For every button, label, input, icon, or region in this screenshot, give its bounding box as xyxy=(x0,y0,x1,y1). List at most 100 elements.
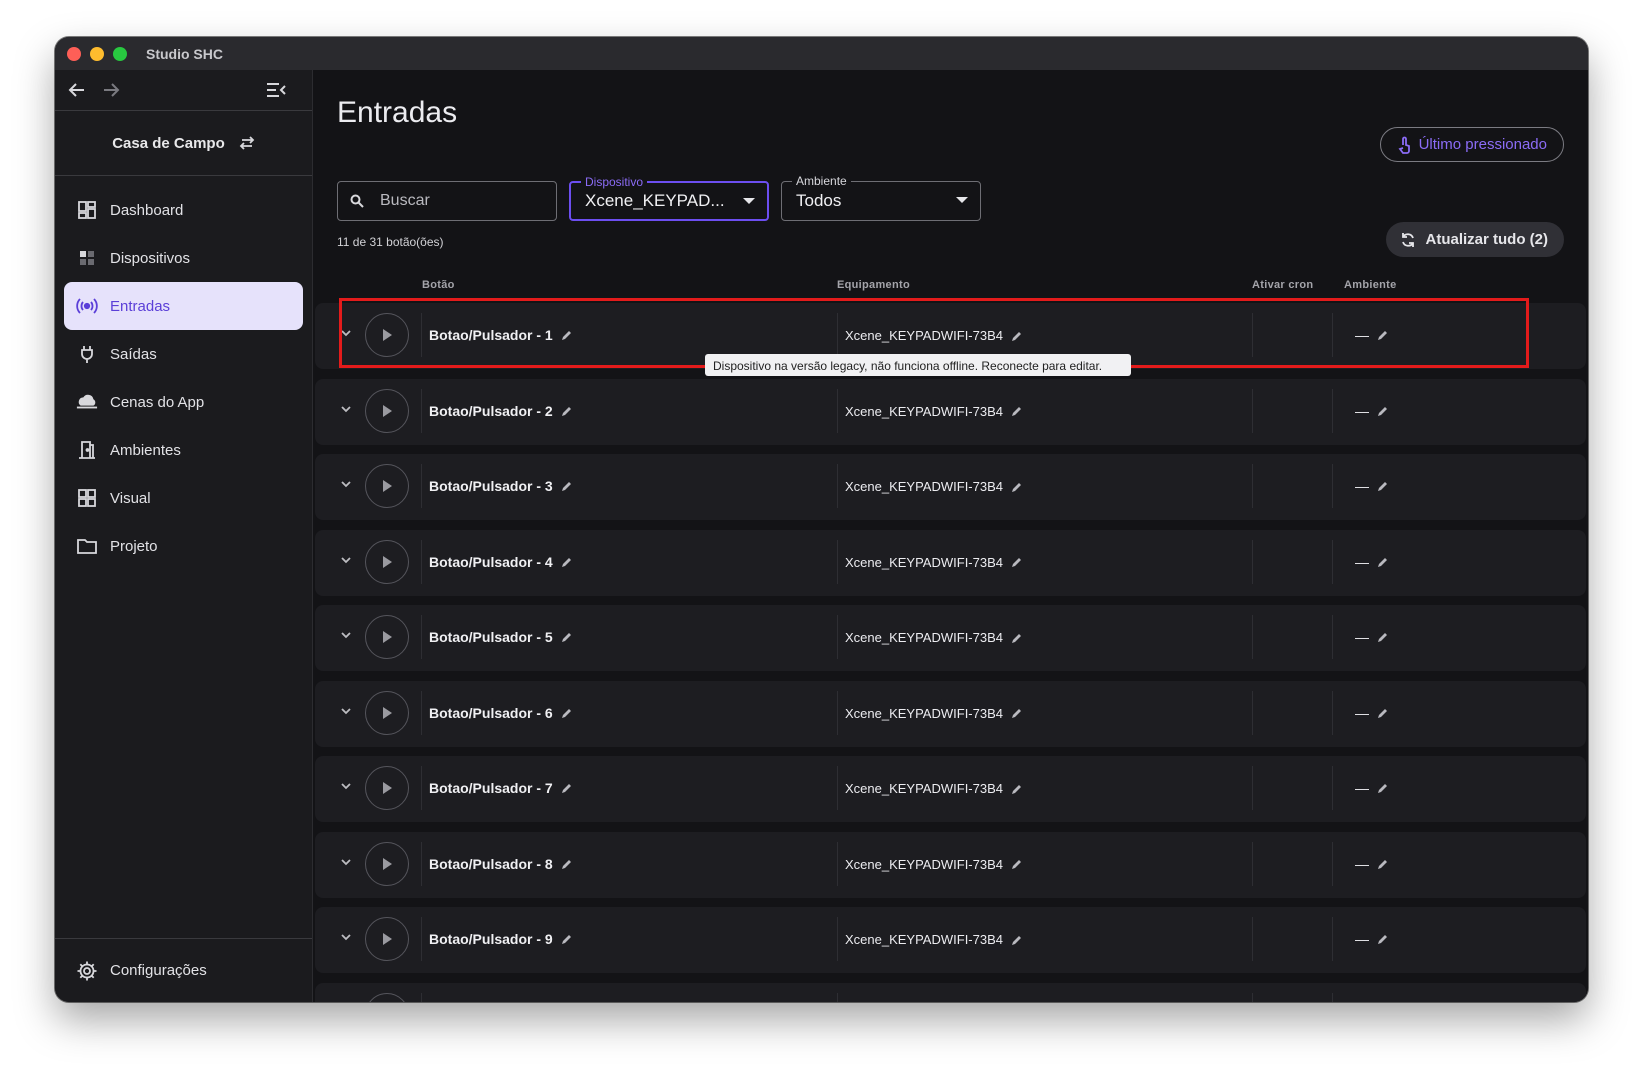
chevron-down-icon[interactable] xyxy=(339,477,353,491)
sidebar-item-saidas[interactable]: Saídas xyxy=(64,330,303,378)
equipment-name: Xcene_KEYPADWIFI-73B4 xyxy=(845,706,1023,721)
play-button[interactable] xyxy=(365,917,409,961)
divider xyxy=(837,992,838,1002)
sidebar-item-visual[interactable]: Visual xyxy=(64,474,303,522)
column-header-button[interactable]: Botão xyxy=(422,279,455,291)
chevron-down-icon[interactable] xyxy=(339,553,353,567)
table-row[interactable]: Botao/Pulsador - 6 Xcene_KEYPADWIFI-73B4 — xyxy=(315,680,1586,747)
table-row[interactable]: Botao/Pulsador - 7 Xcene_KEYPADWIFI-73B4 — xyxy=(315,756,1586,822)
column-header-cron[interactable]: Ativar cron xyxy=(1252,279,1313,291)
sidebar-item-configuracoes[interactable]: Configurações xyxy=(55,938,312,1002)
edit-pencil-icon[interactable] xyxy=(561,405,573,417)
room-select-label: Ambiente xyxy=(792,174,851,188)
sidebar-item-entradas[interactable]: Entradas xyxy=(64,282,303,330)
room-value: — xyxy=(1355,931,1389,947)
edit-pencil-icon[interactable] xyxy=(561,556,573,568)
edit-pencil-icon[interactable] xyxy=(1377,405,1389,417)
sidebar-item-projeto[interactable]: Projeto xyxy=(64,522,303,570)
play-button[interactable] xyxy=(365,690,409,735)
room-select[interactable]: Ambiente Todos xyxy=(781,174,981,221)
sidebar-item-label: Dispositivos xyxy=(110,249,191,267)
collapse-menu-icon[interactable] xyxy=(266,80,286,100)
column-header-equipment[interactable]: Equipamento xyxy=(837,279,910,291)
edit-pencil-icon[interactable] xyxy=(1377,707,1389,719)
play-button[interactable] xyxy=(365,539,409,584)
touch-icon xyxy=(1397,136,1411,154)
back-arrow-icon[interactable] xyxy=(67,80,87,100)
play-button[interactable] xyxy=(365,464,409,508)
edit-pencil-icon[interactable] xyxy=(561,631,573,643)
edit-pencil-icon[interactable] xyxy=(1011,405,1023,417)
close-window-button[interactable] xyxy=(67,46,81,61)
search-input[interactable]: Buscar xyxy=(337,181,557,221)
refresh-all-button[interactable]: Atualizar tudo (2) xyxy=(1385,222,1564,257)
sidebar-item-label: Saídas xyxy=(110,345,157,363)
divider xyxy=(1252,917,1253,961)
button-name: Botao/Pulsador - 7 xyxy=(429,780,573,796)
minimize-window-button[interactable] xyxy=(90,46,104,61)
play-button[interactable] xyxy=(365,388,409,433)
chevron-down-icon[interactable] xyxy=(339,855,353,869)
table-row[interactable]: Botao/Pulsador - 10Xcene_KEYPADWIFI-73B4… xyxy=(315,982,1586,1002)
edit-pencil-icon[interactable] xyxy=(1011,481,1023,493)
play-button[interactable] xyxy=(365,992,409,1002)
chevron-down-icon[interactable] xyxy=(339,704,353,718)
room-value-text: — xyxy=(1355,478,1369,494)
sidebar-item-ambientes[interactable]: Ambientes xyxy=(64,426,303,474)
divider xyxy=(837,917,838,961)
room-value: — xyxy=(1355,780,1389,796)
button-name-text: Botao/Pulsador - 5 xyxy=(429,629,553,645)
edit-pencil-icon[interactable] xyxy=(1377,631,1389,643)
edit-pencil-icon[interactable] xyxy=(1377,933,1389,945)
play-button[interactable] xyxy=(365,766,409,810)
sidebar-item-dashboard[interactable]: Dashboard xyxy=(64,186,303,234)
house-selector[interactable]: Casa de Campo xyxy=(55,111,312,176)
chevron-down-icon[interactable] xyxy=(339,402,353,416)
divider xyxy=(837,464,838,508)
chevron-down-icon[interactable] xyxy=(339,628,353,642)
table-row[interactable]: Botao/Pulsador - 4 Xcene_KEYPADWIFI-73B4 — xyxy=(315,529,1586,596)
edit-pencil-icon[interactable] xyxy=(1377,782,1389,794)
sidebar-item-dispositivos[interactable]: Dispositivos xyxy=(64,234,303,282)
room-value: — xyxy=(1355,856,1389,872)
table-row[interactable]: Botao/Pulsador - 3 Xcene_KEYPADWIFI-73B4 — xyxy=(315,454,1586,520)
table-row[interactable]: Botao/Pulsador - 2 Xcene_KEYPADWIFI-73B4 — xyxy=(315,378,1586,445)
edit-pencil-icon[interactable] xyxy=(1377,858,1389,870)
edit-pencil-icon[interactable] xyxy=(561,707,573,719)
table-row[interactable]: Botao/Pulsador - 5 Xcene_KEYPADWIFI-73B4 — xyxy=(315,605,1586,671)
edit-pencil-icon[interactable] xyxy=(1011,858,1023,870)
last-pressed-button[interactable]: Último pressionado xyxy=(1379,127,1564,162)
door-icon xyxy=(76,439,98,461)
edit-pencil-icon[interactable] xyxy=(1011,556,1023,568)
nav-toolbar xyxy=(55,70,312,111)
column-header-room[interactable]: Ambiente xyxy=(1344,279,1397,291)
divider xyxy=(421,539,422,584)
edit-pencil-icon[interactable] xyxy=(1011,934,1023,946)
table-row[interactable]: Botao/Pulsador - 8 Xcene_KEYPADWIFI-73B4 — xyxy=(315,831,1586,898)
tooltip: Dispositivo na versão legacy, não funcio… xyxy=(705,354,1131,376)
forward-arrow-icon[interactable] xyxy=(101,80,121,100)
play-button[interactable] xyxy=(365,841,409,886)
zoom-window-button[interactable] xyxy=(113,46,127,61)
edit-pencil-icon[interactable] xyxy=(1377,556,1389,568)
edit-pencil-icon[interactable] xyxy=(1011,783,1023,795)
divider xyxy=(421,992,422,1002)
edit-pencil-icon[interactable] xyxy=(1011,707,1023,719)
dropdown-arrow-icon xyxy=(743,198,755,204)
edit-pencil-icon[interactable] xyxy=(1377,480,1389,492)
table-row[interactable]: Botao/Pulsador - 9 Xcene_KEYPADWIFI-73B4 — xyxy=(315,907,1586,973)
edit-pencil-icon[interactable] xyxy=(1011,632,1023,644)
play-button[interactable] xyxy=(365,615,409,659)
edit-pencil-icon[interactable] xyxy=(561,933,573,945)
main-content: Entradas Último pressionado Buscar Dispo… xyxy=(313,70,1588,1002)
edit-pencil-icon[interactable] xyxy=(561,480,573,492)
chevron-down-icon[interactable] xyxy=(339,779,353,793)
device-select[interactable]: Dispositivo Xcene_KEYPAD... xyxy=(569,175,769,221)
edit-pencil-icon[interactable] xyxy=(561,858,573,870)
button-name-text: Botao/Pulsador - 3 xyxy=(429,478,553,494)
equipment-name-text: Xcene_KEYPADWIFI-73B4 xyxy=(845,932,1003,947)
edit-pencil-icon[interactable] xyxy=(561,782,573,794)
button-name: Botao/Pulsador - 5 xyxy=(429,629,573,645)
sidebar-item-cenas[interactable]: Cenas do App xyxy=(64,378,303,426)
chevron-down-icon[interactable] xyxy=(339,930,353,944)
